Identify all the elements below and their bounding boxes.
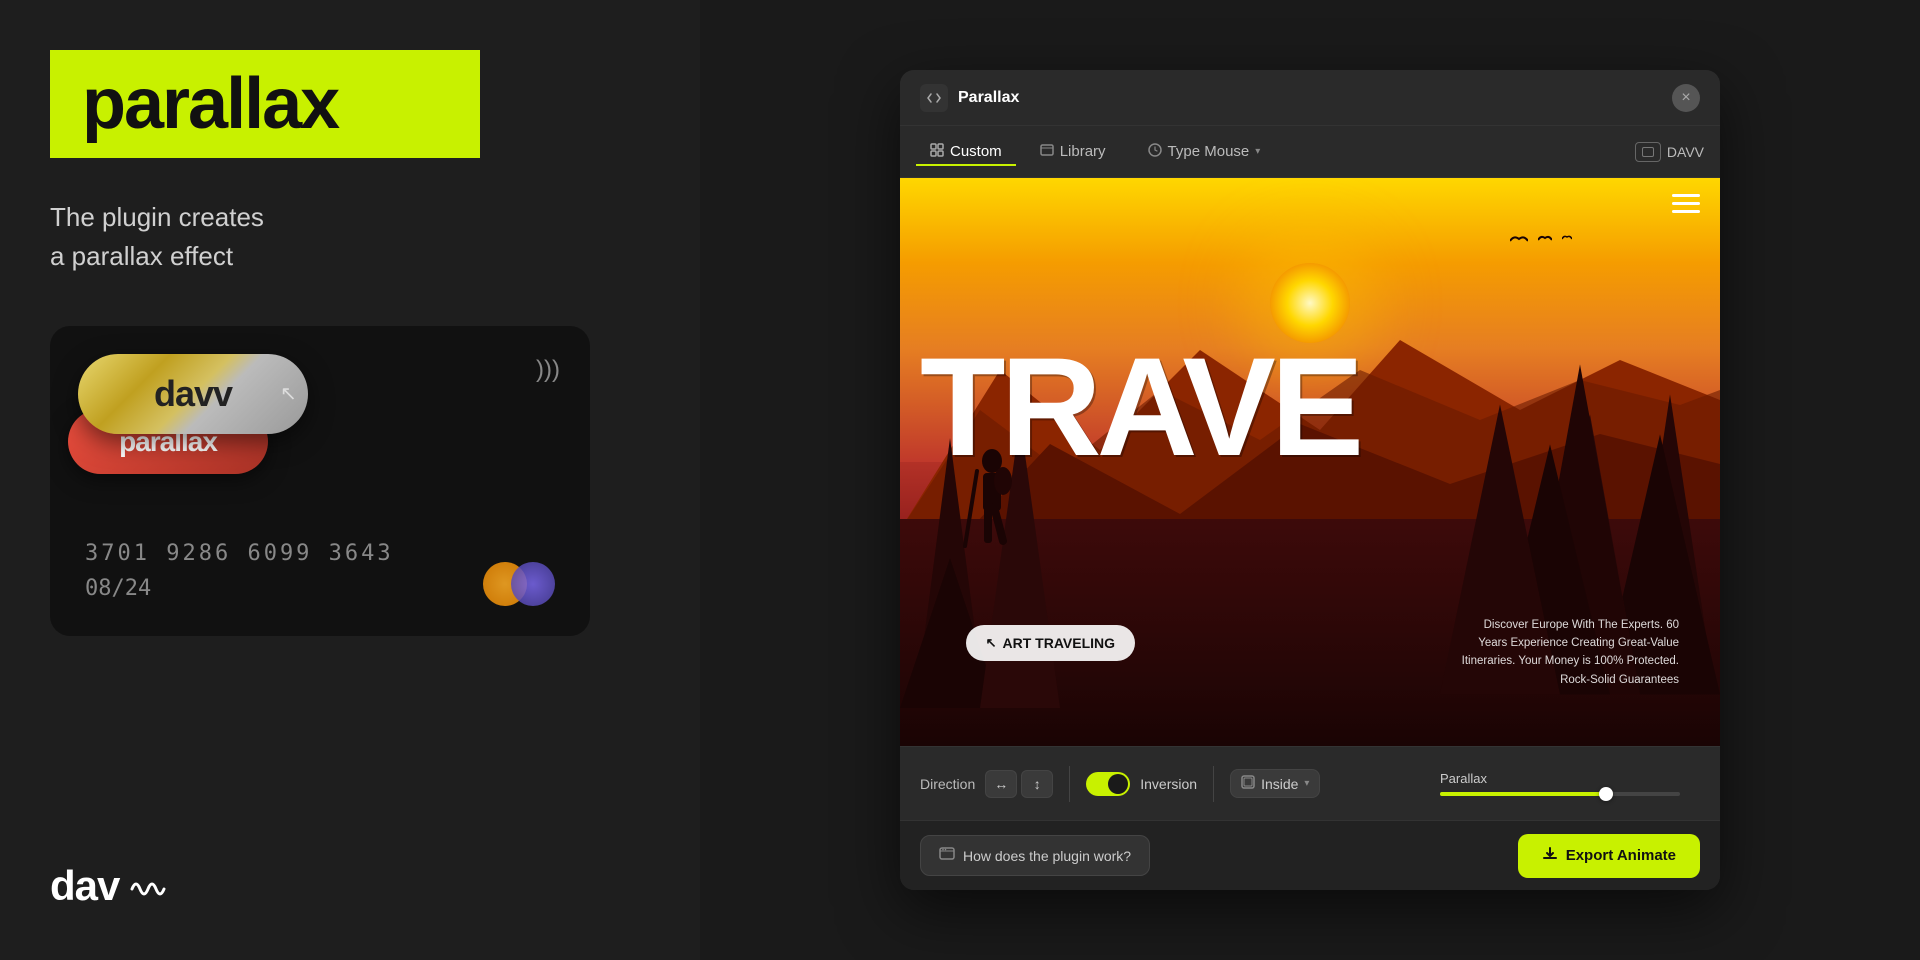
parallax-group: Parallax bbox=[1440, 771, 1700, 796]
bottom-bar: How does the plugin work? Export Animate bbox=[900, 820, 1720, 890]
preview-area: TRAVE ↖ ART TRAVELING Discover Europe Wi… bbox=[900, 178, 1720, 746]
start-btn-label: ART TRAVELING bbox=[1003, 635, 1116, 651]
tagline-line1: The plugin creates bbox=[50, 202, 264, 232]
mastercard-logo bbox=[483, 562, 555, 606]
parallax-slider-thumb[interactable] bbox=[1599, 787, 1613, 801]
tagline-line2: a parallax effect bbox=[50, 241, 233, 271]
help-button[interactable]: How does the plugin work? bbox=[920, 835, 1150, 876]
hamburger-line-2 bbox=[1672, 202, 1700, 205]
close-button[interactable]: × bbox=[1672, 84, 1700, 112]
direction-buttons: ↔ ↕ bbox=[985, 770, 1053, 798]
library-tab-icon bbox=[1040, 143, 1054, 160]
inside-label: Inside bbox=[1261, 776, 1298, 792]
download-icon bbox=[1542, 846, 1558, 866]
inside-icon bbox=[1241, 775, 1255, 792]
user-badge-icon bbox=[1635, 142, 1661, 162]
mc-circle-purple bbox=[511, 562, 555, 606]
toggle-knob bbox=[1108, 774, 1128, 794]
inside-chevron-icon: ▾ bbox=[1304, 778, 1309, 789]
card-number: 3701 9286 6099 3643 bbox=[85, 541, 394, 566]
parallax-slider-fill bbox=[1440, 792, 1613, 796]
user-name: DAVV bbox=[1667, 144, 1704, 160]
help-btn-label: How does the plugin work? bbox=[963, 848, 1131, 864]
card-pill: davv bbox=[78, 354, 308, 434]
tab-type-label: Type Mouse bbox=[1168, 143, 1250, 160]
divider-2 bbox=[1213, 766, 1214, 802]
plugin-window: Parallax × Custom bbox=[900, 70, 1720, 890]
nfc-icon: ))) bbox=[536, 356, 560, 384]
controls-bar: Direction ↔ ↕ Inversion bbox=[900, 746, 1720, 820]
right-panel: Parallax × Custom bbox=[700, 0, 1920, 960]
window-title: Parallax bbox=[958, 89, 1019, 107]
card-expiry: 08/24 bbox=[85, 576, 151, 601]
hamburger-menu[interactable] bbox=[1672, 194, 1700, 213]
hamburger-line-3 bbox=[1672, 210, 1700, 213]
tab-library[interactable]: Library bbox=[1026, 137, 1120, 166]
title-bar: Parallax × bbox=[900, 70, 1720, 126]
title-left: Parallax bbox=[920, 84, 1019, 112]
user-badge: DAVV bbox=[1635, 142, 1704, 162]
export-animate-button[interactable]: Export Animate bbox=[1518, 834, 1700, 878]
travel-text-content: TRAVE bbox=[920, 337, 1359, 477]
tab-left: Custom Library bbox=[916, 137, 1274, 167]
parallax-label: Parallax bbox=[1440, 771, 1700, 786]
bottom-logo-text: dav bbox=[50, 862, 166, 909]
code-icon bbox=[920, 84, 948, 112]
logo-box: parallax bbox=[50, 50, 480, 158]
travel-text: TRAVE bbox=[900, 337, 1720, 477]
cursor-start-icon: ↖ bbox=[986, 635, 997, 651]
tagline: The plugin creates a parallax effect bbox=[50, 198, 650, 276]
direction-group: Direction ↔ ↕ bbox=[920, 770, 1053, 798]
logo-text: parallax bbox=[82, 68, 448, 140]
squiggle-icon bbox=[130, 875, 166, 903]
tab-library-label: Library bbox=[1060, 143, 1106, 160]
custom-tab-icon bbox=[930, 143, 944, 160]
tab-type-mouse[interactable]: Type Mouse ▾ bbox=[1134, 137, 1275, 167]
credit-card: ))) davv parallax ↖ 3701 9286 6099 3643 … bbox=[50, 326, 590, 636]
tab-custom-label: Custom bbox=[950, 143, 1002, 160]
export-btn-label: Export Animate bbox=[1566, 847, 1676, 864]
bottom-logo: dav bbox=[50, 862, 650, 910]
left-panel: parallax The plugin creates a parallax e… bbox=[0, 0, 700, 960]
tab-custom[interactable]: Custom bbox=[916, 137, 1016, 166]
inside-dropdown[interactable]: Inside ▾ bbox=[1230, 769, 1320, 798]
direction-label: Direction bbox=[920, 776, 975, 792]
hamburger-line-1 bbox=[1672, 194, 1700, 197]
tab-bar: Custom Library bbox=[900, 126, 1720, 178]
inversion-group: Inversion bbox=[1086, 772, 1197, 796]
birds bbox=[1510, 235, 1572, 245]
card-brand-top: davv bbox=[154, 373, 232, 415]
preview-image: TRAVE ↖ ART TRAVELING Discover Europe Wi… bbox=[900, 178, 1720, 746]
start-traveling-button[interactable]: ↖ ART TRAVELING bbox=[966, 625, 1135, 661]
inversion-toggle[interactable] bbox=[1086, 772, 1130, 796]
cursor-icon: ↖ bbox=[280, 381, 297, 406]
divider-1 bbox=[1069, 766, 1070, 802]
parallax-slider-track bbox=[1440, 792, 1680, 796]
inversion-label: Inversion bbox=[1140, 776, 1197, 792]
description-text: Discover Europe With The Experts. 60 Yea… bbox=[1459, 616, 1679, 690]
type-mouse-icon bbox=[1148, 143, 1162, 161]
chevron-down-icon: ▾ bbox=[1255, 146, 1260, 157]
direction-horizontal-button[interactable]: ↔ bbox=[985, 770, 1017, 798]
help-icon bbox=[939, 846, 955, 865]
direction-vertical-button[interactable]: ↕ bbox=[1021, 770, 1053, 798]
